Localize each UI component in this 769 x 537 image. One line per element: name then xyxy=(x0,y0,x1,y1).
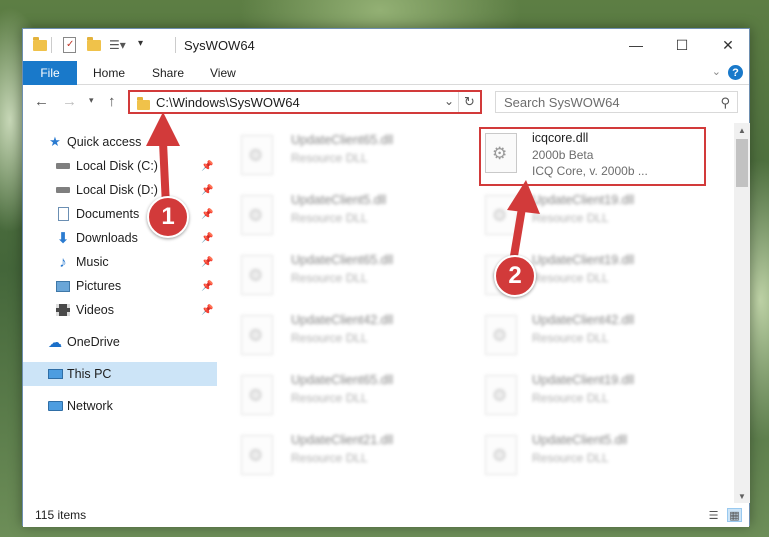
annotation-arrows xyxy=(146,112,540,257)
step-badge-2: 2 xyxy=(494,255,536,297)
arrow-2 xyxy=(507,180,540,257)
step-badge-1: 1 xyxy=(147,196,189,238)
arrow-1 xyxy=(146,112,180,207)
